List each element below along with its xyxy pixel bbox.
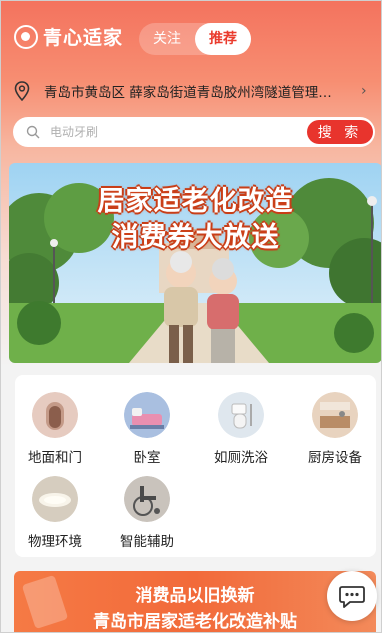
promo-banner[interactable]: 居家适老化改造 消费券大放送	[9, 163, 381, 363]
category-environment[interactable]: 物理环境	[15, 476, 95, 550]
banner-title-line2: 消费券大放送	[111, 222, 280, 253]
location-text: 青岛市黄岛区 薛家岛街道青岛胶州湾隧道管理…	[44, 85, 332, 101]
category-label: 地面和门	[28, 450, 82, 466]
search-button[interactable]: 搜 索	[307, 120, 373, 144]
banner-title-line1: 居家适老化改造	[97, 186, 294, 217]
subsidy-title: 消费品以旧换新	[135, 586, 255, 606]
tab-recommend[interactable]: 推荐	[195, 23, 251, 55]
category-bathroom[interactable]: 如厕洗浴	[201, 392, 281, 466]
location-pin-icon	[14, 81, 30, 101]
category-label: 厨房设备	[308, 450, 362, 466]
floor-door-icon	[32, 392, 78, 438]
chat-button[interactable]	[327, 571, 377, 621]
category-kitchen[interactable]: 厨房设备	[295, 392, 375, 466]
logo-text: 青心适家	[43, 27, 124, 49]
search-bar: 搜 索	[13, 117, 375, 147]
wheelchair-icon	[124, 476, 170, 522]
app-logo: 青心适家	[14, 23, 123, 50]
category-floor-door[interactable]: 地面和门	[15, 392, 95, 466]
kitchen-icon	[312, 392, 358, 438]
category-bedroom[interactable]: 卧室	[107, 392, 187, 466]
feed-tabs: 关注 推荐	[139, 23, 251, 55]
category-label: 卧室	[133, 450, 161, 466]
chevron-right-icon: ›	[361, 83, 367, 99]
category-label: 如厕洗浴	[214, 450, 268, 466]
lamp-icon	[32, 476, 78, 522]
search-input[interactable]	[50, 125, 300, 139]
subsidy-subtitle: 青岛市居家适老化改造补贴	[93, 612, 297, 632]
logo-icon	[14, 24, 38, 49]
location-bar[interactable]: 青岛市黄岛区 薛家岛街道青岛胶州湾隧道管理… ›	[14, 79, 376, 103]
subsidy-banner[interactable]: 消费品以旧换新 青岛市居家适老化改造补贴	[14, 571, 376, 632]
header: 青心适家 关注 推荐	[1, 19, 381, 59]
bedroom-icon	[124, 392, 170, 438]
category-grid: 地面和门 卧室 如厕洗浴 厨房设备 物理环境 智能辅助	[15, 375, 376, 557]
app-frame: 青心适家 关注 推荐 青岛市黄岛区 薛家岛街道青岛胶州湾隧道管理… › 搜 索	[0, 0, 382, 633]
chat-bubble-icon	[339, 586, 365, 608]
tab-follow[interactable]: 关注	[139, 23, 195, 55]
category-smart-assist[interactable]: 智能辅助	[107, 476, 187, 550]
category-label: 智能辅助	[120, 534, 174, 550]
bathroom-icon	[218, 392, 264, 438]
category-label: 物理环境	[28, 534, 82, 550]
search-icon	[26, 125, 40, 139]
